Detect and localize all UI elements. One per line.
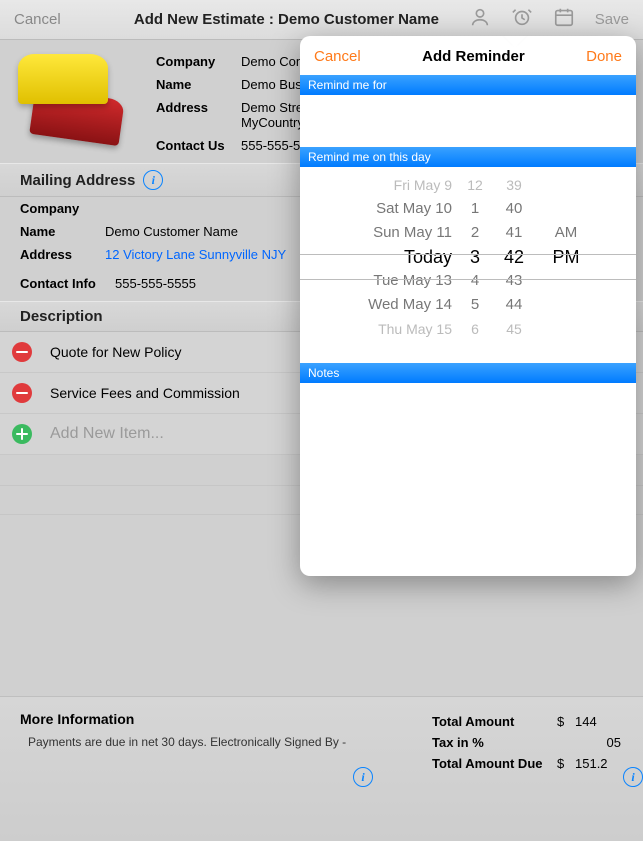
remind-for-header: Remind me for (300, 75, 636, 95)
add-item-placeholder: Add New Item... (50, 425, 164, 443)
logo-image (18, 50, 136, 140)
mail-company-label: Company (20, 201, 105, 216)
remind-day-header: Remind me on this day (300, 147, 636, 167)
notes-header: Notes (300, 363, 636, 383)
cancel-button[interactable]: Cancel (14, 11, 94, 28)
mail-address-label: Address (20, 247, 105, 262)
popover-cancel-button[interactable]: Cancel (314, 48, 361, 65)
total-due-label: Total Amount Due (432, 756, 557, 771)
picker-minute-column[interactable]: 39 40 41 42 43 44 45 (492, 173, 536, 363)
picker-date-column[interactable]: Fri May 9 Sat May 10 Sun May 11 Today Tu… (300, 173, 458, 363)
page-title: Add New Estimate : Demo Customer Name (104, 11, 469, 28)
address-label: Address (156, 100, 241, 130)
mail-name-label: Name (20, 224, 105, 239)
summary-footer: More Information Payments are due in net… (0, 696, 643, 841)
delete-icon[interactable] (12, 342, 32, 362)
delete-icon[interactable] (12, 383, 32, 403)
notes-field[interactable] (300, 383, 636, 523)
popover-done-button[interactable]: Done (586, 48, 622, 65)
contact-icon[interactable] (469, 6, 491, 33)
total-due-value: 151.2 (575, 756, 621, 771)
info-icon[interactable]: i (623, 767, 643, 787)
datetime-picker[interactable]: Fri May 9 Sat May 10 Sun May 11 Today Tu… (300, 173, 636, 363)
total-amount-value: 144 (575, 714, 621, 729)
popover-title: Add Reminder (422, 48, 525, 65)
mail-contact-value: 555-555-5555 (115, 276, 196, 291)
mail-name-value: Demo Customer Name (105, 224, 238, 239)
top-nav: Cancel Add New Estimate : Demo Customer … (0, 0, 643, 40)
company-label: Company (156, 54, 241, 69)
save-button[interactable]: Save (595, 11, 629, 28)
picker-hour-column[interactable]: 12 1 2 3 4 5 6 (458, 173, 492, 363)
tax-value: 05 (575, 735, 621, 750)
picker-ampm-column[interactable]: AM PM (536, 173, 596, 363)
item-label: Service Fees and Commission (50, 385, 240, 401)
info-icon[interactable]: i (353, 767, 373, 787)
reminder-popover: Cancel Add Reminder Done Remind me for R… (300, 36, 636, 576)
item-label: Quote for New Policy (50, 344, 182, 360)
add-icon[interactable] (12, 424, 32, 444)
reminder-icon[interactable] (511, 6, 533, 33)
remind-for-field[interactable] (300, 95, 636, 147)
total-amount-label: Total Amount (432, 714, 557, 729)
mail-contact-label: Contact Info (20, 276, 115, 291)
contact-label: Contact Us (156, 138, 241, 153)
tax-label: Tax in % (432, 735, 557, 750)
name-label: Name (156, 77, 241, 92)
info-icon[interactable]: i (143, 170, 163, 190)
calendar-icon[interactable] (553, 6, 575, 33)
mail-address-link[interactable]: 12 Victory Lane Sunnyville NJY (105, 247, 286, 262)
